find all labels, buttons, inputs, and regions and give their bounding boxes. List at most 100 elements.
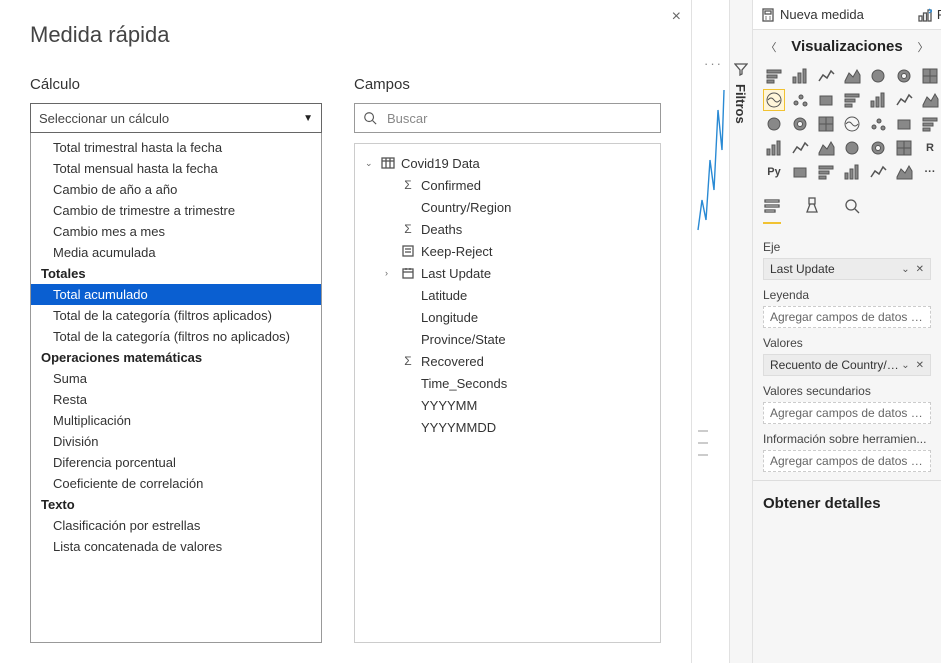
viz-table[interactable] [867,137,889,159]
field-row[interactable]: Time_Seconds [361,372,654,394]
viz-stacked-area[interactable] [789,89,811,111]
analytics-tab[interactable] [843,197,861,224]
viz-kpi[interactable] [815,137,837,159]
viz-treemap[interactable] [815,113,837,135]
calc-group: Totales [31,263,321,284]
viz-slicer[interactable] [841,137,863,159]
viz-decomposition-tree[interactable] [815,161,837,183]
viz-gauge[interactable] [919,113,941,135]
viz-python-visual[interactable]: Py [763,161,785,183]
viz-line-stacked-column[interactable] [815,89,837,111]
legend-well[interactable]: Agregar campos de datos a... [763,306,931,328]
viz-more[interactable]: ··· [919,161,941,183]
viz-waterfall[interactable] [893,89,915,111]
values-well[interactable]: Recuento de Country/Re ⌄✕ [763,354,931,376]
secondary-well[interactable]: Agregar campos de datos a... [763,402,931,424]
viz-card[interactable] [763,137,785,159]
viz-key-influencers[interactable] [789,161,811,183]
drag-handle[interactable] [698,430,708,456]
calc-option[interactable]: Cambio de trimestre a trimestre [31,200,321,221]
calc-option[interactable]: Suma [31,368,321,389]
calc-option[interactable]: Multiplicación [31,410,321,431]
viz-stacked-bar[interactable] [763,65,785,87]
close-icon[interactable]: × [672,8,681,26]
calc-option[interactable]: División [31,431,321,452]
chevron-down-icon[interactable]: ⌄ [901,360,909,371]
fields-search[interactable] [354,103,661,133]
field-row[interactable]: Country/Region [361,196,654,218]
viz-powerapps[interactable] [893,161,915,183]
table-row[interactable]: ⌄ Covid19 Data [361,152,654,174]
secondary-well-placeholder: Agregar campos de datos a... [770,406,924,420]
fields-label: Campos [354,76,661,93]
calc-option[interactable]: Diferencia porcentual [31,452,321,473]
remove-field-icon[interactable]: ✕ [916,360,924,371]
viz-area[interactable] [763,89,785,111]
field-row[interactable]: ΣRecovered [361,350,654,372]
fields-search-input[interactable] [385,110,652,127]
field-row[interactable]: Longitude [361,306,654,328]
calc-option[interactable]: Total mensual hasta la fecha [31,158,321,179]
field-label: Deaths [421,222,462,237]
viz-r-visual[interactable]: R [919,137,941,159]
viz-pie[interactable] [763,113,785,135]
viz-stacked-column-100[interactable] [893,65,915,87]
viz-clustered-bar[interactable] [789,65,811,87]
filters-pane-collapsed[interactable]: Filtros [730,0,753,663]
calc-option[interactable]: Total de la categoría (filtros aplicados… [31,305,321,326]
field-row[interactable]: YYYYMMDD [361,416,654,438]
calendar-icon [401,267,415,279]
calc-option[interactable]: Media acumulada [31,242,321,263]
calc-group: Operaciones matemáticas [31,347,321,368]
field-row[interactable]: Province/State [361,328,654,350]
field-row[interactable]: ΣConfirmed [361,174,654,196]
calculation-select[interactable]: Seleccionar un cálculo ▼ [30,103,322,133]
sigma-icon: Σ [401,178,415,192]
chevron-down-icon[interactable]: ⌄ [901,264,909,275]
field-row[interactable]: Σ Deaths [361,218,654,240]
calc-option[interactable]: Total trimestral hasta la fecha [31,137,321,158]
calc-option[interactable]: Total de la categoría (filtros no aplica… [31,326,321,347]
viz-stacked-bar-100[interactable] [815,65,837,87]
calc-option[interactable]: Cambio mes a mes [31,221,321,242]
viz-paginated[interactable] [867,161,889,183]
viz-qna[interactable] [841,161,863,183]
calculation-listbox[interactable]: Total trimestral hasta la fechaTotal men… [30,133,322,643]
new-measure-button[interactable]: Nueva medida [761,7,864,22]
viz-donut[interactable] [789,113,811,135]
remove-field-icon[interactable]: ✕ [916,264,924,275]
publish-button[interactable]: Publica [918,7,941,22]
field-row[interactable]: ›Last Update [361,262,654,284]
calc-option[interactable]: Total acumulado [31,284,321,305]
viz-clustered-column[interactable] [841,65,863,87]
axis-well[interactable]: Last Update ⌄✕ [763,258,931,280]
viz-stacked-column[interactable] [867,65,889,87]
calc-option[interactable]: Clasificación por estrellas [31,515,321,536]
more-icon[interactable]: ··· [704,56,723,71]
viz-matrix[interactable] [893,137,915,159]
sigma-icon: Σ [401,222,415,236]
fields-tab[interactable] [763,197,781,224]
viz-filled-map[interactable] [867,113,889,135]
chevron-right-icon[interactable]: 〉 [915,39,931,55]
format-tab[interactable] [803,197,821,224]
calc-option[interactable]: Cambio de año a año [31,179,321,200]
tooltip-well[interactable]: Agregar campos de datos a... [763,450,931,472]
viz-funnel[interactable] [893,113,915,135]
field-row[interactable]: Latitude [361,284,654,306]
viz-pane-title: Visualizaciones [791,38,902,55]
calc-option[interactable]: Coeficiente de correlación [31,473,321,494]
tooltip-well-label: Información sobre herramien... [763,432,931,446]
fields-tree[interactable]: ⌄ Covid19 Data ΣConfirmedCountry/RegionΣ… [354,143,661,643]
viz-ribbon[interactable] [867,89,889,111]
viz-scatter[interactable] [919,89,941,111]
viz-line[interactable] [919,65,941,87]
calc-option[interactable]: Lista concatenada de valores [31,536,321,557]
field-row[interactable]: Keep-Reject [361,240,654,262]
viz-map[interactable] [841,113,863,135]
field-row[interactable]: YYYYMM [361,394,654,416]
calc-option[interactable]: Resta [31,389,321,410]
viz-line-clustered-column[interactable] [841,89,863,111]
chevron-left-icon[interactable]: 〈 [763,39,779,55]
viz-multi-row-card[interactable] [789,137,811,159]
